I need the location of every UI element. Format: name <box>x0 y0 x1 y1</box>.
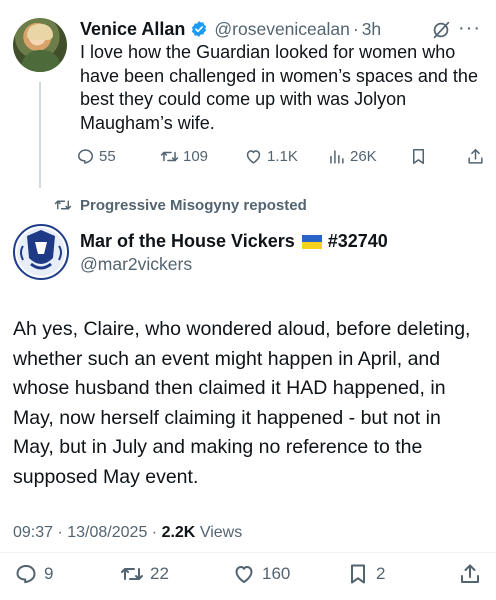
bookmark-icon <box>351 564 365 584</box>
bookmark-icon <box>412 149 425 164</box>
share-button[interactable] <box>458 562 482 586</box>
tweet-text: I love how the Guardian looked for women… <box>80 42 478 133</box>
views-button[interactable]: 26K <box>327 147 377 166</box>
repost-banner[interactable]: Progressive Misogyny reposted <box>54 196 307 214</box>
author-name-row[interactable]: Mar of the House Vickers #32740 <box>80 231 388 252</box>
reply-button[interactable]: 55 <box>76 147 116 166</box>
ukraine-flag-icon <box>301 234 322 249</box>
author-name[interactable]: Venice Allan <box>80 19 185 40</box>
repost-count: 109 <box>183 148 209 165</box>
repost-banner-label: Progressive Misogyny reposted <box>80 196 307 214</box>
reply-icon <box>16 565 36 584</box>
avatar[interactable] <box>13 18 67 72</box>
author-tag: #32740 <box>327 231 388 251</box>
repost-icon <box>121 568 143 580</box>
repost-icon <box>160 151 179 162</box>
author-handle[interactable]: @rosevenicealan <box>214 19 349 40</box>
like-button[interactable]: 1.1K <box>244 147 298 166</box>
heart-icon <box>235 566 253 583</box>
divider <box>0 552 496 553</box>
author-name[interactable]: Mar of the House Vickers <box>80 231 295 252</box>
timestamp[interactable]: 09:37 · 13/08/2025 · <box>13 524 157 541</box>
tweet-actions: 55 109 1.1K 26K <box>74 147 492 171</box>
like-count: 1.1K <box>267 148 298 165</box>
reply-count: 55 <box>99 148 116 165</box>
like-button[interactable]: 160 <box>232 562 290 586</box>
tweet-actions: 9 22 160 2 <box>14 562 490 590</box>
views-icon <box>330 150 344 164</box>
tweet-header: Venice Allan @rosevenicealan · 3h <box>80 18 381 40</box>
views-count: 26K <box>350 148 377 165</box>
grok-icon[interactable] <box>430 19 452 41</box>
separator-dot: · <box>352 18 359 39</box>
thread-line <box>39 82 41 188</box>
reply-button[interactable]: 9 <box>14 562 53 586</box>
heart-icon <box>246 150 261 164</box>
repost-button[interactable]: 22 <box>120 562 169 586</box>
avatar[interactable] <box>13 224 69 280</box>
repost-button[interactable]: 109 <box>160 147 208 166</box>
timestamp[interactable]: 3h <box>362 19 381 40</box>
reply-icon <box>78 149 93 164</box>
share-icon <box>468 149 483 164</box>
tweet-meta: 09:37 · 13/08/2025 · 2.2K Views <box>13 524 242 542</box>
bookmark-count: 2 <box>376 564 386 583</box>
bookmark-button[interactable]: 2 <box>346 562 385 586</box>
reply-count: 9 <box>44 564 54 583</box>
share-icon <box>461 564 479 583</box>
repost-count: 22 <box>150 564 169 583</box>
author-handle[interactable]: @mar2vickers <box>80 254 192 275</box>
like-count: 160 <box>262 564 291 583</box>
bookmark-button[interactable] <box>409 147 428 166</box>
repost-icon <box>54 200 72 210</box>
views-count: 2.2K <box>161 524 196 541</box>
more-icon[interactable]: ··· <box>458 18 481 38</box>
share-button[interactable] <box>466 147 485 166</box>
views-label: Views <box>199 524 243 541</box>
verified-badge-icon <box>192 21 207 37</box>
tweet-text: Ah yes, Claire, who wondered aloud, befo… <box>13 318 471 488</box>
